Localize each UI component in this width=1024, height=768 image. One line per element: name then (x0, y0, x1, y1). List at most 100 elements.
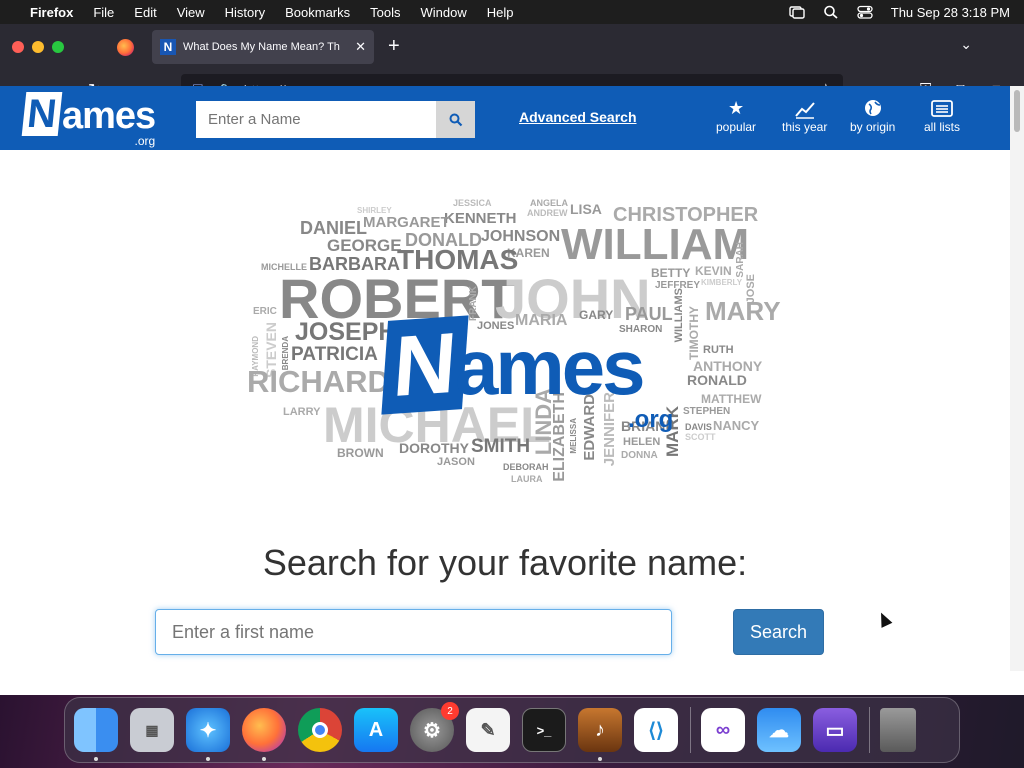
close-window-button[interactable] (12, 41, 24, 53)
cloud-word: KIMBERLY (701, 278, 743, 287)
menu-file[interactable]: File (93, 5, 114, 20)
cloud-word: JASON (437, 456, 475, 468)
first-name-search-input[interactable] (155, 609, 672, 655)
running-indicator (94, 757, 98, 761)
dock-separator (690, 707, 691, 753)
nav-popular[interactable]: ★ popular (716, 98, 756, 134)
window-controls (12, 41, 64, 53)
menubar-clock[interactable]: Thu Sep 28 3:18 PM (891, 5, 1010, 20)
cloud-word: LISA (570, 201, 602, 217)
menu-edit[interactable]: Edit (134, 5, 156, 20)
textedit-icon[interactable]: ✎ (466, 708, 510, 752)
running-indicator (598, 757, 602, 761)
site-header: N ames .org Advanced Search ★ popular th… (0, 86, 1010, 150)
cloud-word: BROWN (337, 446, 384, 460)
cloud-word: SMITH (471, 436, 531, 457)
cloud-word: RICHARD (247, 364, 390, 399)
cloud-word: DOROTHY (399, 440, 469, 456)
logo-letter: N (21, 92, 63, 136)
cloud-word: SARAH (735, 242, 746, 278)
cloud-word: LARRY (283, 406, 321, 418)
logo-org: .org (134, 134, 156, 148)
menu-view[interactable]: View (177, 5, 205, 20)
header-search-button[interactable] (436, 101, 475, 138)
cloud-word: NANCY (713, 418, 760, 433)
names-org-main-logo: N ames .org (381, 314, 685, 433)
cloud-word: BETTY (651, 266, 691, 280)
spotlight-search-icon[interactable] (823, 5, 839, 19)
cloud-word: TIMOTHY (687, 306, 701, 360)
menu-help[interactable]: Help (487, 5, 514, 20)
nav-all-lists[interactable]: all lists (924, 98, 960, 134)
cloud-word: MARGARET (363, 214, 450, 231)
nav-popular-label: popular (716, 120, 757, 134)
cloud-word: FRANK (468, 286, 479, 321)
system-settings-icon[interactable]: ⚙ 2 (410, 702, 459, 752)
simulator-icon[interactable]: ▭ (813, 708, 857, 752)
scrollbar-thumb[interactable] (1014, 90, 1020, 132)
logo-text: ames (62, 95, 156, 137)
menubar: Firefox File Edit View History Bookmarks… (0, 0, 1024, 24)
header-search-input[interactable] (196, 101, 436, 138)
cloud-word: DAVIS (685, 422, 712, 432)
main-logo-text: ames (455, 323, 645, 411)
globe-icon (864, 100, 881, 116)
running-indicator (262, 757, 266, 761)
advanced-search-link[interactable]: Advanced Search (519, 109, 637, 125)
tab-bar: N What Does My Name Mean? Th ✕ + ⌄ (0, 24, 1024, 70)
menu-bookmarks[interactable]: Bookmarks (285, 5, 350, 20)
chart-icon (794, 102, 815, 119)
menu-app-name[interactable]: Firefox (30, 5, 73, 20)
safari-icon[interactable]: ✦ (186, 708, 230, 761)
cloud-word: ANGELA (530, 198, 568, 208)
zoom-window-button[interactable] (52, 41, 64, 53)
minimize-window-button[interactable] (32, 41, 44, 53)
firefox-icon[interactable] (242, 708, 286, 761)
cloud-word: LAURA (511, 474, 543, 484)
site-logo[interactable]: N ames .org (21, 92, 156, 148)
firefox-view-icon[interactable] (117, 39, 134, 56)
cloud-word: JOSEPH (295, 318, 397, 346)
launchpad-icon[interactable]: ▦ (130, 708, 174, 752)
trash-icon[interactable] (880, 708, 916, 752)
cloud-word: STEPHEN (683, 406, 731, 417)
search-icon (449, 113, 462, 126)
new-tab-icon[interactable]: + (388, 35, 400, 58)
tab-names-org[interactable]: N What Does My Name Mean? Th ✕ (152, 30, 374, 64)
cloud-word: KEVIN (695, 264, 732, 278)
screen-mirroring-icon[interactable] (789, 5, 805, 19)
cloud-word: MATTHEW (701, 392, 762, 406)
chrome-icon[interactable] (298, 708, 342, 752)
notification-badge: 2 (441, 702, 459, 720)
cloud-word: GEORGE (327, 236, 402, 255)
page-headline: Search for your favorite name: (262, 542, 748, 583)
nav-by-origin[interactable]: by origin (850, 98, 895, 134)
close-tab-icon[interactable]: ✕ (355, 39, 366, 55)
page-scrollbar[interactable] (1010, 86, 1024, 671)
menu-history[interactable]: History (225, 5, 265, 20)
nav-this-year-label: this year (782, 120, 828, 134)
macos-dock: ▦ ✦ A ⚙ 2 ✎ >_ ♪ ⟨⟩ ∞ ☁ ▭ (64, 697, 960, 763)
app-store-icon[interactable]: A (354, 708, 398, 752)
cloud-word: KENNETH (444, 210, 517, 227)
cloud-word: DEBORAH (503, 462, 549, 472)
cloud-word: ERIC (253, 306, 277, 317)
weather-icon[interactable]: ☁ (757, 708, 801, 752)
control-center-icon[interactable] (857, 5, 873, 19)
nav-by-origin-label: by origin (850, 120, 896, 134)
visual-studio-icon[interactable]: ∞ (701, 708, 745, 752)
vscode-icon[interactable]: ⟨⟩ (634, 708, 678, 752)
menu-window[interactable]: Window (421, 5, 467, 20)
menu-tools[interactable]: Tools (370, 5, 400, 20)
finder-icon[interactable] (74, 708, 118, 761)
search-button[interactable]: Search (733, 609, 824, 655)
terminal-icon[interactable]: >_ (522, 708, 566, 752)
nav-this-year[interactable]: this year (782, 98, 827, 134)
dock-separator (869, 707, 870, 753)
cloud-word: DONNA (621, 450, 658, 461)
star-icon: ★ (727, 98, 745, 118)
list-tabs-chevron-icon[interactable]: ⌄ (960, 36, 972, 53)
running-indicator (206, 757, 210, 761)
cloud-word: RONALD (687, 372, 747, 388)
garageband-icon[interactable]: ♪ (578, 708, 622, 761)
